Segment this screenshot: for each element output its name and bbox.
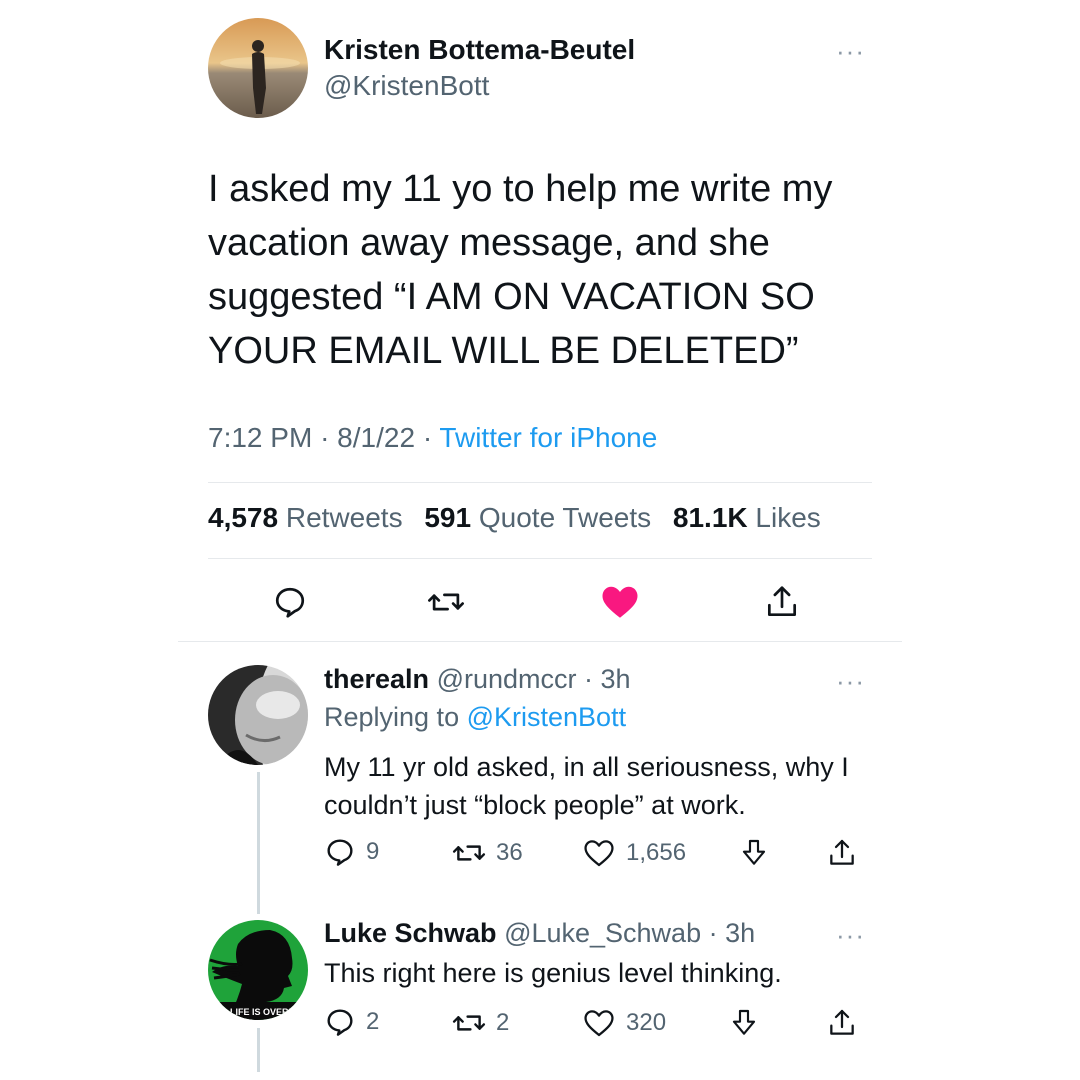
quotes-stat[interactable]: 591 Quote Tweets [424,502,651,533]
tweet-meta: 7:12 PM · 8/1/22 · Twitter for iPhone [208,422,657,454]
tweet-stats: 4,578 Retweets 591 Quote Tweets 81.1K Li… [208,502,835,534]
meta-separator: · [584,664,594,694]
meta-separator: · [422,422,433,453]
divider [208,558,872,559]
meta-separator: · [708,918,718,948]
share-icon [830,1009,854,1035]
reply-author-name[interactable]: Luke Schwab [324,918,497,948]
reply-count: 9 [366,838,380,865]
share-icon [830,839,854,865]
downvote-button[interactable] [728,1006,770,1040]
meta-separator: · [320,422,330,453]
retweets-count: 4,578 [208,502,279,533]
reply-icon [327,1009,353,1036]
reply-count: 2 [366,1008,380,1035]
divider [178,641,902,642]
thread-line [257,1028,260,1072]
author-avatar[interactable] [208,18,308,118]
like-button[interactable]: 1,656 [582,836,686,870]
reply-text: My 11 yr old asked, in all seriousness, … [324,752,849,820]
thread-line [257,772,260,914]
author-name[interactable]: Kristen Bottema-Beutel [324,34,635,66]
retweet-button[interactable]: 36 [452,836,523,870]
likes-stat[interactable]: 81.1K Likes [673,502,821,533]
more-options-icon[interactable]: ··· [836,920,865,951]
avatar-image: LIFE IS OVERR [208,920,308,1020]
replying-to: Replying to @KristenBott [324,702,626,733]
reply-button[interactable]: 2 [324,1006,379,1038]
avatar-image [208,665,308,765]
like-button[interactable]: 320 [582,1006,666,1040]
heart-icon [584,840,614,867]
reply-author-name[interactable]: therealn [324,664,429,694]
share-button[interactable] [826,1006,868,1040]
retweet-button[interactable]: 2 [452,1006,509,1040]
reply-icon [327,839,353,866]
reply-icon [275,587,305,618]
share-button[interactable] [826,836,868,870]
likes-count: 81.1K [672,502,748,533]
more-options-icon[interactable]: ··· [836,36,865,67]
reply-time[interactable]: 3h [725,918,755,948]
retweet-count: 2 [496,1009,510,1036]
retweets-stat[interactable]: 4,578 Retweets [208,502,403,533]
quotes-count: 591 [424,502,472,533]
reply-author-avatar[interactable]: LIFE IS OVERR [208,920,308,1020]
heart-filled-icon [602,586,638,618]
like-count: 320 [626,1009,667,1036]
tweet-time[interactable]: 7:12 PM [208,422,312,453]
downvote-button[interactable] [738,836,780,870]
likes-label: Likes [755,502,821,533]
retweet-icon [452,845,486,861]
reply-text: This right here is genius level thinking… [324,958,782,988]
retweet-count: 36 [496,839,523,866]
retweet-icon [428,593,464,611]
tweet-text: I asked my 11 yo to help me write my vac… [208,168,833,372]
reply-button[interactable] [268,580,312,624]
tweet-source[interactable]: Twitter for iPhone [439,422,657,453]
retweets-label: Retweets [285,502,403,533]
more-options-icon[interactable]: ··· [836,666,865,697]
heart-icon [584,1010,614,1037]
share-button[interactable] [760,580,804,624]
like-count: 1,656 [626,839,687,866]
retweet-button[interactable] [424,580,468,624]
downvote-arrow-icon [732,1009,756,1035]
divider [208,482,872,483]
reply-header: Luke Schwab @Luke_Schwab · 3h [324,918,755,949]
avatar-caption: LIFE IS OVERR [230,1007,296,1017]
avatar-image [208,18,308,118]
downvote-arrow-icon [742,839,766,865]
reply-time[interactable]: 3h [601,664,631,694]
reply-author-handle[interactable]: @rundmccr [437,664,577,694]
author-handle[interactable]: @KristenBott [324,70,489,102]
retweet-icon [452,1015,486,1031]
reply-header: therealn @rundmccr · 3h [324,664,631,695]
replying-to-link[interactable]: @KristenBott [467,702,626,732]
replying-label: Replying to [324,702,460,732]
reply-author-handle[interactable]: @Luke_Schwab [504,918,701,948]
tweet-date[interactable]: 8/1/22 [337,422,415,453]
reply-button[interactable]: 9 [324,836,379,868]
reply-author-avatar[interactable] [208,665,308,765]
like-button[interactable] [598,580,642,624]
quotes-label: Quote Tweets [478,502,652,533]
share-icon [767,586,797,617]
